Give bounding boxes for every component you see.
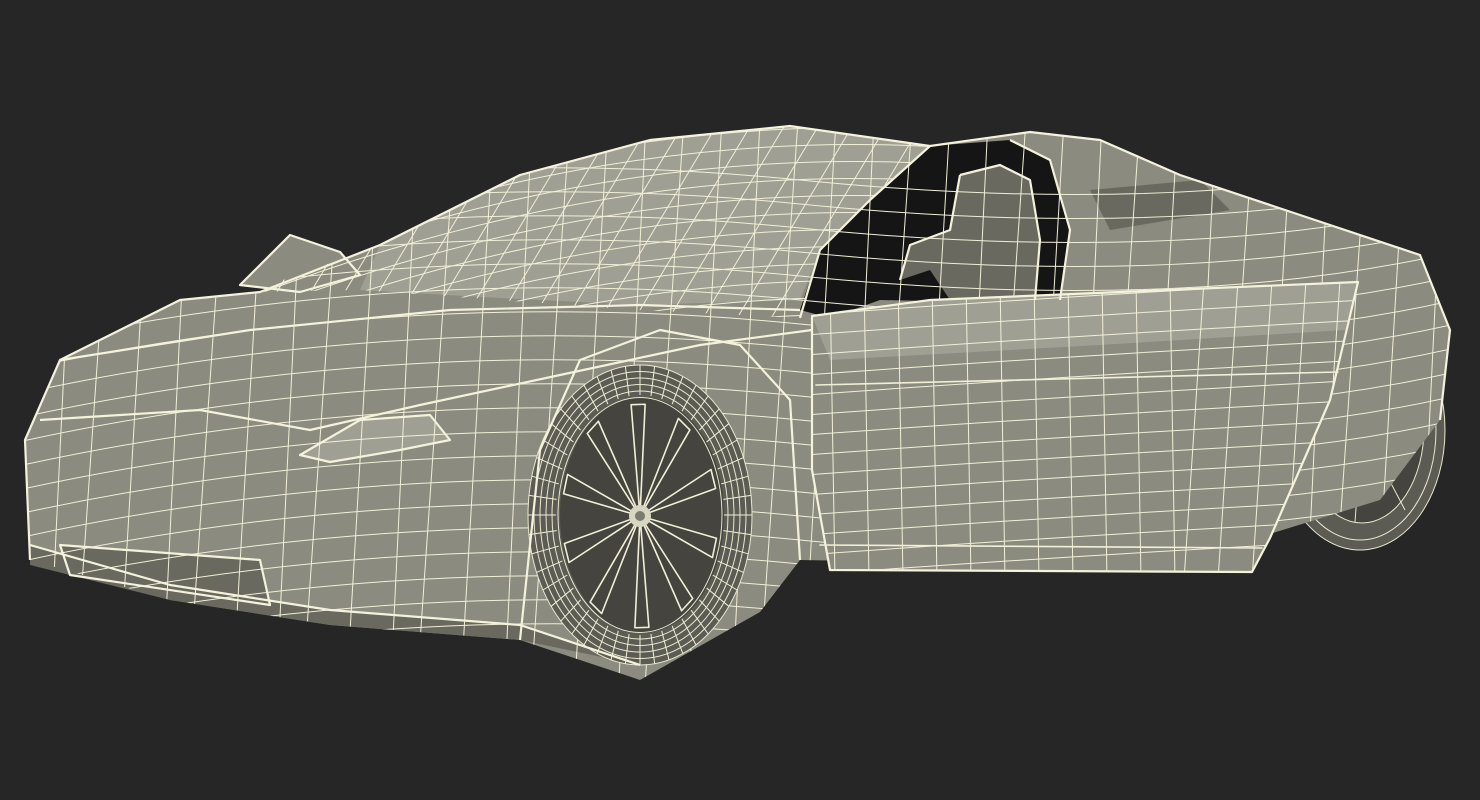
render-viewport (0, 0, 1480, 800)
wireframe-car-render (0, 0, 1480, 800)
front-wheel (527, 364, 753, 666)
